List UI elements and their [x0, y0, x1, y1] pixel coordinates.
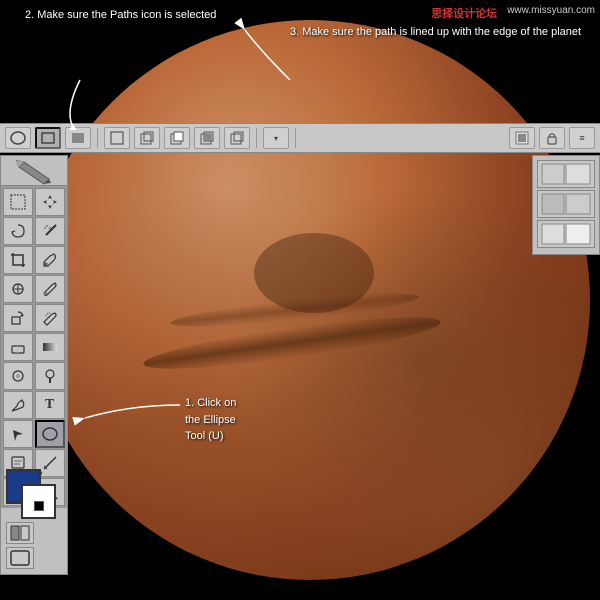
separator-3: [295, 128, 296, 148]
lock-btn[interactable]: [539, 127, 565, 149]
magic-wand-btn[interactable]: [35, 217, 65, 245]
brush-tool-btn[interactable]: [35, 275, 65, 303]
step3-annotation: 3. Make sure the path is lined up with t…: [290, 25, 581, 40]
path-exclude-btn[interactable]: [224, 127, 250, 149]
screen-mode-btn[interactable]: [6, 547, 34, 569]
dodge-tool-btn[interactable]: [35, 362, 65, 390]
path-intersect-btn[interactable]: [194, 127, 220, 149]
clone-stamp-btn[interactable]: [3, 304, 33, 332]
geometry-options-btn[interactable]: ▾: [263, 127, 289, 149]
mars-planet: [30, 20, 590, 580]
history-brush-btn[interactable]: [35, 304, 65, 332]
channels-btn[interactable]: ≡: [569, 127, 595, 149]
toolbar-bottom-modes: [6, 522, 64, 569]
path-add-btn[interactable]: [134, 127, 160, 149]
step2-annotation: 2. Make sure the Paths icon is selected: [25, 8, 216, 23]
layer-thumb-2[interactable]: [537, 190, 595, 218]
quick-mask-btn[interactable]: [6, 522, 34, 544]
layer-thumb-1[interactable]: [537, 160, 595, 188]
step1-annotation: 1. Click onthe EllipseTool (U): [185, 395, 236, 445]
toolbar-panel: T: [0, 155, 68, 575]
color-swatches: ⇄: [6, 469, 64, 524]
text-tool-btn[interactable]: T: [35, 391, 65, 419]
default-colors-btn[interactable]: [34, 501, 44, 511]
right-panel: [532, 155, 600, 255]
blur-tool-btn[interactable]: [3, 362, 33, 390]
toolbar-header: [1, 156, 67, 186]
paths-btn[interactable]: [35, 127, 61, 149]
fill-pixels-btn[interactable]: [65, 127, 91, 149]
step3-text: 3. Make sure the path is lined up with t…: [290, 25, 581, 40]
planet-background: [0, 0, 600, 600]
crop-tool-btn[interactable]: [3, 246, 33, 274]
gradient-tool-btn[interactable]: [35, 333, 65, 361]
watermark-site1: 思择设计论坛: [431, 5, 497, 21]
separator-1: [97, 128, 98, 148]
layer-thumb-3[interactable]: [537, 220, 595, 248]
mask-btn[interactable]: [509, 127, 535, 149]
separator-2: [256, 128, 257, 148]
pencil-cursor-icon: [9, 156, 59, 186]
ellipse-tool-btn[interactable]: [35, 420, 65, 448]
eraser-tool-btn[interactable]: [3, 333, 33, 361]
eyedropper-btn[interactable]: [35, 246, 65, 274]
step2-text: 2. Make sure the Paths icon is selected: [25, 8, 216, 23]
dark-region-1: [254, 233, 374, 313]
marquee-tool-btn[interactable]: [3, 188, 33, 216]
path-new-btn[interactable]: [104, 127, 130, 149]
watermark-site2: www.missyuan.com: [507, 5, 595, 21]
lasso-tool-btn[interactable]: [3, 217, 33, 245]
swap-colors-btn[interactable]: ⇄: [36, 469, 43, 478]
shape-layer-btn[interactable]: [5, 127, 31, 149]
move-tool-btn[interactable]: [35, 188, 65, 216]
options-bar: ▾ ≡: [0, 123, 600, 153]
pen-tool-btn[interactable]: [3, 391, 33, 419]
step1-text: 1. Click onthe EllipseTool (U): [185, 395, 236, 445]
healing-brush-btn[interactable]: [3, 275, 33, 303]
tools-grid: T: [1, 186, 67, 508]
watermark: 思择设计论坛 www.missyuan.com: [431, 5, 595, 21]
path-subtract-btn[interactable]: [164, 127, 190, 149]
path-selection-btn[interactable]: [3, 420, 33, 448]
